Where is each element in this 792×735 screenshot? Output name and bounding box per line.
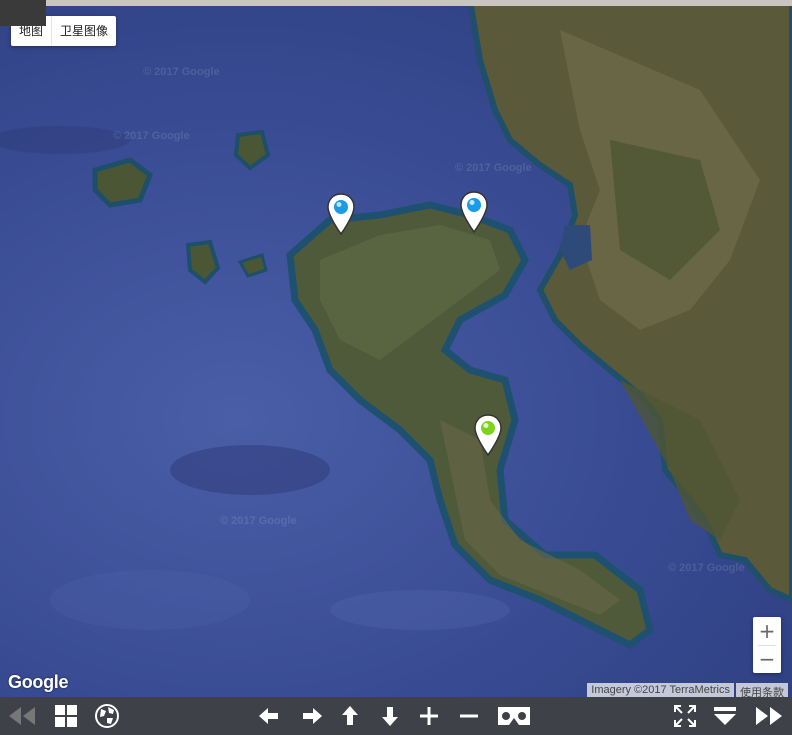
grid-button[interactable] bbox=[49, 697, 83, 735]
toolbar-zoom-in-button[interactable] bbox=[412, 697, 446, 735]
grid-icon bbox=[55, 705, 77, 727]
zoom-out-icon bbox=[460, 714, 478, 718]
pan-right-button[interactable] bbox=[295, 697, 329, 735]
terrain-imagery bbox=[0, 0, 792, 650]
fast-forward-icon bbox=[756, 707, 782, 725]
zoom-out-button[interactable]: − bbox=[753, 645, 781, 673]
arrow-left-icon bbox=[259, 708, 278, 724]
watermark: © 2017 Google bbox=[113, 130, 190, 142]
fast-forward-button[interactable] bbox=[752, 697, 786, 735]
watermark: © 2017 Google bbox=[668, 562, 745, 574]
watermark: © 2017 Google bbox=[220, 515, 297, 527]
rewind-icon bbox=[9, 707, 35, 725]
arrow-down-icon bbox=[382, 707, 398, 726]
watermark: © 2017 Google bbox=[455, 162, 532, 174]
map-marker-blue[interactable] bbox=[459, 190, 489, 234]
zoom-separator bbox=[758, 645, 776, 646]
map-attribution: Imagery ©2017 TerraMetrics 使用条款 bbox=[585, 683, 788, 697]
arrow-right-icon bbox=[303, 708, 322, 724]
fullscreen-button[interactable] bbox=[668, 697, 702, 735]
terms-link[interactable]: 使用条款 bbox=[736, 683, 788, 697]
hide-controls-button[interactable] bbox=[708, 697, 742, 735]
map-marker-blue[interactable] bbox=[326, 192, 356, 236]
pan-up-button[interactable] bbox=[333, 697, 367, 735]
corner-overlay bbox=[0, 0, 46, 26]
pan-down-button[interactable] bbox=[373, 697, 407, 735]
zoom-in-icon bbox=[420, 707, 438, 725]
map-marker-green[interactable] bbox=[473, 413, 503, 457]
pan-left-button[interactable] bbox=[252, 697, 286, 735]
globe-icon bbox=[95, 704, 119, 728]
viewer-toolbar bbox=[0, 697, 792, 735]
map-type-satellite-button[interactable]: 卫星图像 bbox=[51, 16, 116, 46]
marker-pin-icon bbox=[474, 414, 502, 457]
google-logo: Google bbox=[8, 672, 69, 692]
globe-button[interactable] bbox=[90, 697, 124, 735]
vr-button[interactable] bbox=[494, 697, 534, 735]
imagery-credit: Imagery ©2017 TerraMetrics bbox=[587, 683, 734, 697]
arrow-up-icon bbox=[342, 706, 358, 725]
marker-pin-icon bbox=[327, 193, 355, 236]
zoom-control: + − bbox=[753, 617, 781, 673]
watermark: © 2017 Google bbox=[143, 66, 220, 78]
window-top-strip bbox=[0, 0, 792, 6]
fullscreen-icon bbox=[674, 705, 696, 727]
toolbar-zoom-out-button[interactable] bbox=[452, 697, 486, 735]
zoom-in-button[interactable]: + bbox=[753, 617, 781, 645]
vr-icon bbox=[498, 707, 530, 725]
rewind-button[interactable] bbox=[5, 697, 39, 735]
satellite-map[interactable]: © 2017 Google © 2017 Google © 2017 Googl… bbox=[0, 0, 792, 697]
marker-pin-icon bbox=[460, 191, 488, 234]
hide-icon bbox=[714, 707, 736, 725]
